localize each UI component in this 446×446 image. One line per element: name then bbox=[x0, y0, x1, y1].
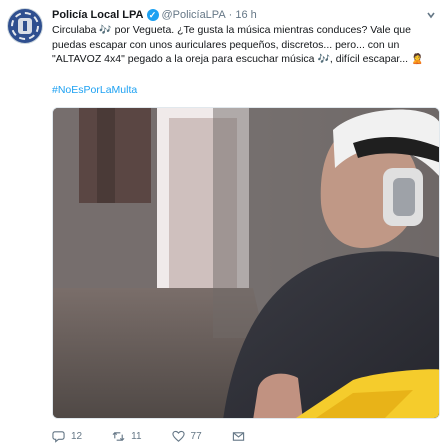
separator-dot: · bbox=[228, 9, 233, 21]
badge-core bbox=[18, 18, 32, 34]
tweet-card[interactable]: Policía Local LPA ✓ @PolicíaLPA · 16 h C… bbox=[0, 0, 446, 446]
reply-button[interactable]: 12 bbox=[52, 430, 82, 443]
timestamp[interactable]: 16 h bbox=[235, 9, 256, 21]
retweet-icon bbox=[112, 431, 125, 441]
message-button[interactable] bbox=[232, 430, 251, 443]
person-icon: 🙎 bbox=[411, 54, 424, 65]
music-icon: 🎶 bbox=[99, 25, 112, 36]
text-segment: , difícil escapar... bbox=[329, 53, 412, 65]
speaker-grille bbox=[393, 178, 415, 216]
like-button[interactable]: 77 bbox=[171, 430, 202, 443]
text-segment: puedas escapar con unos auriculares pequ… bbox=[52, 39, 400, 51]
hashtag-link[interactable]: #NoEsPorLaMulta bbox=[52, 84, 137, 96]
reply-count: 12 bbox=[71, 430, 83, 442]
tweet-text-line: puedas escapar con unos auriculares pequ… bbox=[52, 38, 432, 52]
text-segment: Circulaba bbox=[52, 24, 100, 36]
tweet-text-line: Circulaba 🎶 por Vegueta. ¿Te gusta la mú… bbox=[52, 23, 432, 38]
retweet-count: 11 bbox=[131, 430, 142, 442]
tweet-header: Policía Local LPA ✓ @PolicíaLPA · 16 h bbox=[52, 7, 257, 23]
tweet-text: Circulaba 🎶 por Vegueta. ¿Te gusta la mú… bbox=[52, 23, 432, 67]
message-icon bbox=[232, 431, 244, 441]
verified-badge-icon: ✓ bbox=[146, 9, 159, 21]
user-handle[interactable]: @PolicíaLPA bbox=[162, 9, 226, 21]
avatar[interactable] bbox=[7, 8, 43, 44]
text-segment: "ALTAVOZ 4x4" pegado a la oreja para esc… bbox=[52, 53, 318, 65]
text-segment: por Vegueta. ¿Te gusta la música mientra… bbox=[111, 24, 411, 36]
door-panel bbox=[97, 108, 115, 203]
retweet-button[interactable]: 11 bbox=[112, 430, 142, 443]
tweet-actions: 12 11 77 bbox=[52, 428, 281, 444]
photo-scene bbox=[53, 108, 439, 418]
reply-icon bbox=[52, 430, 65, 443]
heart-icon bbox=[171, 430, 185, 442]
display-name[interactable]: Policía Local LPA bbox=[52, 9, 144, 21]
media-photo[interactable] bbox=[52, 107, 440, 419]
like-count: 77 bbox=[190, 430, 202, 442]
music-icon: 🎶 bbox=[317, 54, 330, 65]
tweet-text-line: "ALTAVOZ 4x4" pegado a la oreja para esc… bbox=[52, 52, 432, 67]
chevron-down-icon[interactable] bbox=[426, 10, 436, 20]
